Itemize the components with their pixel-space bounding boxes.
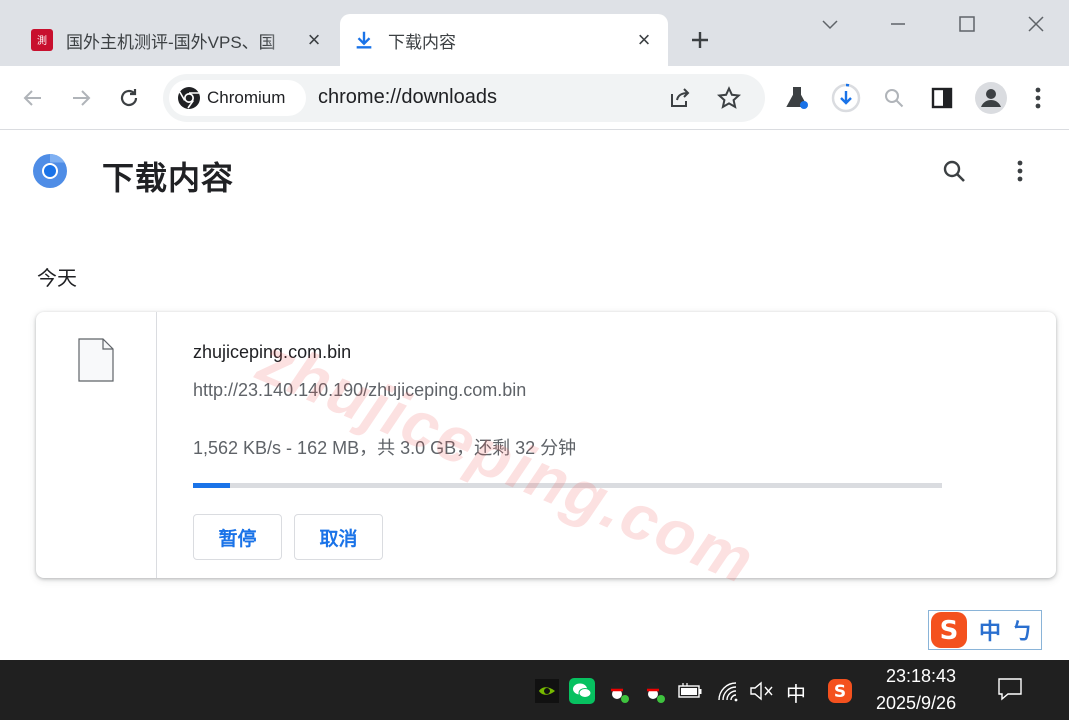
flask-icon: [786, 87, 808, 109]
side-panel-icon: [931, 87, 953, 109]
maximize-button[interactable]: [953, 10, 981, 38]
side-panel-button[interactable]: [924, 80, 960, 116]
more-vert-icon: [1035, 87, 1041, 109]
wechat-icon[interactable]: [569, 678, 595, 704]
downloads-menu-button[interactable]: [1004, 155, 1036, 187]
wifi-icon[interactable]: [715, 678, 741, 704]
nvidia-icon[interactable]: [534, 678, 560, 704]
page-title: 下载内容: [102, 160, 235, 196]
svg-text:S: S: [834, 682, 846, 702]
downloads-button[interactable]: [828, 80, 864, 116]
tab-title: 下载内容: [388, 32, 456, 52]
notification-icon[interactable]: [997, 676, 1023, 702]
omnibox[interactable]: Chromium chrome://downloads: [163, 74, 765, 122]
star-icon: [717, 86, 741, 109]
tab-title: 国外主机测评-国外VPS、国: [66, 32, 276, 52]
qq-icon[interactable]: [605, 678, 631, 704]
tab-search-button[interactable]: [816, 10, 844, 38]
download-progress-icon: [831, 83, 861, 113]
site-chip[interactable]: Chromium: [169, 80, 306, 116]
download-item-icon-column: [36, 312, 157, 578]
menu-button[interactable]: [1020, 80, 1056, 116]
clock-date[interactable]: 2025/9/26: [876, 693, 956, 714]
labs-button[interactable]: [779, 80, 815, 116]
svg-text:S: S: [940, 616, 959, 646]
qq-icon[interactable]: [641, 678, 667, 704]
reload-button[interactable]: [113, 82, 145, 114]
file-icon: [78, 338, 114, 382]
close-window-button[interactable]: [1022, 10, 1050, 38]
plus-icon: [692, 32, 708, 48]
chevron-down-icon: [822, 20, 838, 30]
tab-downloads[interactable]: 下载内容 ×: [340, 14, 668, 66]
input-language-indicator[interactable]: 中: [786, 678, 806, 707]
download-file-name[interactable]: zhujiceping.com.bin: [193, 342, 351, 363]
ime-status-bar[interactable]: S 中 ㄅ: [928, 610, 1042, 650]
clock-time[interactable]: 23:18:43: [886, 666, 956, 687]
forward-button[interactable]: [65, 82, 97, 114]
zhujiceping-favicon-icon: 測: [30, 28, 54, 52]
profile-button[interactable]: [973, 80, 1009, 116]
taskbar: 中 S 23:18:43 2025/9/26: [0, 660, 1069, 720]
minimize-icon: [891, 23, 905, 25]
volume-muted-icon[interactable]: [748, 678, 774, 704]
site-chip-label: Chromium: [207, 88, 286, 107]
sogou-ime-icon[interactable]: S: [827, 678, 853, 704]
toolbar: Chromium chrome://downloads: [0, 66, 1069, 130]
new-tab-button[interactable]: [686, 26, 714, 54]
chromium-logo-icon: [33, 154, 67, 188]
zoom-button[interactable]: [876, 80, 912, 116]
tab-zhujiceping[interactable]: 測 国外主机测评-国外VPS、国 ×: [18, 14, 338, 66]
close-icon: [1028, 16, 1044, 32]
chromium-icon: [178, 87, 200, 109]
url-text[interactable]: chrome://downloads: [318, 86, 497, 109]
download-progress-bar: [193, 483, 942, 488]
close-icon[interactable]: ×: [300, 26, 328, 54]
bookmark-button[interactable]: [715, 84, 743, 112]
minimize-button[interactable]: [884, 10, 912, 38]
back-button[interactable]: [17, 82, 49, 114]
ime-width-label[interactable]: ㄅ: [1011, 614, 1033, 646]
cancel-button[interactable]: 取消: [294, 514, 383, 560]
ime-mode-label[interactable]: 中: [979, 614, 1001, 646]
svg-text:測: 測: [37, 34, 47, 47]
share-icon: [671, 88, 690, 107]
download-icon: [352, 28, 376, 52]
download-item-card: zhujiceping.com.bin http://23.140.140.19…: [36, 312, 1056, 578]
download-source-url[interactable]: http://23.140.140.190/zhujiceping.com.bi…: [193, 380, 526, 401]
avatar-icon: [975, 82, 1007, 114]
date-section-label: 今天: [37, 268, 77, 290]
pause-button[interactable]: 暂停: [193, 514, 282, 560]
tab-strip: 測 国外主机测评-国外VPS、国 × 下载内容 ×: [0, 0, 1069, 66]
share-button[interactable]: [666, 84, 694, 112]
maximize-icon: [959, 16, 975, 32]
close-icon[interactable]: ×: [630, 26, 658, 54]
download-status-text: 1,562 KB/s - 162 MB，共 3.0 GB，还剩 32 分钟: [193, 438, 577, 458]
back-arrow-icon: [23, 90, 41, 106]
search-icon: [943, 160, 965, 182]
reload-icon: [120, 89, 138, 107]
search-icon: [885, 89, 904, 108]
page-header: 下载内容: [0, 131, 1069, 217]
more-vert-icon: [1017, 160, 1023, 182]
sogou-ime-icon: S: [931, 612, 967, 648]
download-progress-fill: [193, 483, 231, 488]
battery-icon[interactable]: [677, 678, 703, 704]
search-downloads-button[interactable]: [938, 155, 970, 187]
forward-arrow-icon: [73, 90, 91, 106]
